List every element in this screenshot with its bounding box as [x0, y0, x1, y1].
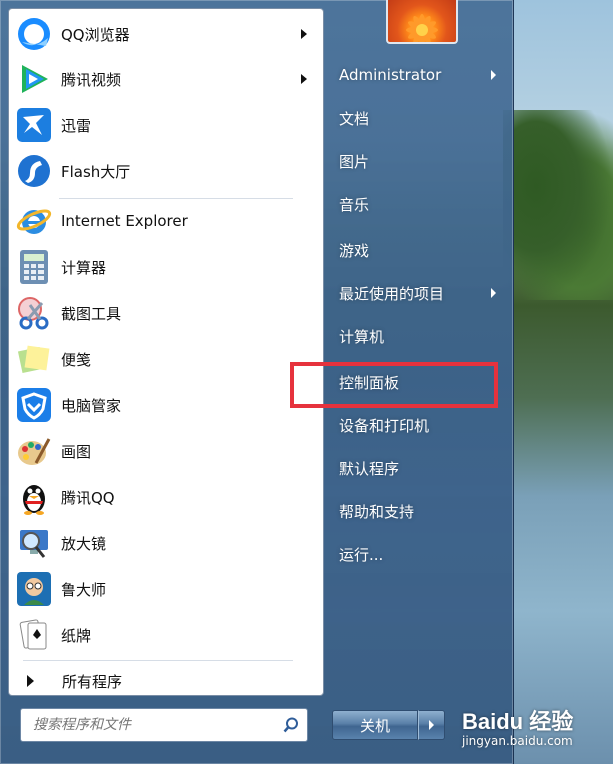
snipping-tool-icon — [15, 294, 53, 332]
menu-item-label: 计算机 — [339, 327, 385, 346]
menu-item-devices-printers[interactable]: 设备和打印机 — [339, 413, 509, 437]
menu-item-label: 默认程序 — [339, 459, 400, 478]
search-input[interactable] — [31, 716, 285, 734]
qq-browser-icon — [15, 15, 53, 53]
app-item-ludashi[interactable]: 鲁大师 — [13, 567, 317, 611]
watermark-site: jingyan.baidu.com — [462, 734, 573, 748]
app-label: 画图 — [61, 442, 92, 461]
menu-item-label: 音乐 — [339, 195, 370, 214]
menu-item-label: Administrator — [339, 66, 442, 84]
app-label: 便笺 — [61, 350, 92, 369]
app-item-magnifier[interactable]: 放大镜 — [13, 521, 317, 565]
app-label: Internet Explorer — [61, 212, 188, 230]
app-label: 迅雷 — [61, 116, 92, 135]
baidu-watermark: Baidu 经验 jingyan.baidu.com — [462, 704, 574, 748]
ie-icon — [15, 202, 53, 240]
submenu-arrow-icon — [491, 70, 496, 80]
app-label: 腾讯QQ — [61, 488, 115, 507]
app-item-qq-browser[interactable]: QQ浏览器 — [13, 12, 317, 56]
menu-item-documents[interactable]: 文档 — [339, 106, 509, 130]
app-item-calculator[interactable]: 计算器 — [13, 245, 317, 289]
wallpaper-trees — [503, 110, 613, 300]
shutdown-label: 关机 — [359, 716, 390, 735]
app-item-sticky-notes[interactable]: 便笺 — [13, 337, 317, 381]
programs-pane: QQ浏览器 腾讯视频 迅雷 Flash大厅 Internet Explorer … — [8, 8, 324, 696]
calculator-icon — [15, 248, 53, 286]
chevron-right-icon — [429, 720, 434, 730]
menu-item-run[interactable]: 运行... — [339, 542, 509, 566]
menu-item-pictures[interactable]: 图片 — [339, 149, 509, 173]
all-programs-separator — [23, 660, 293, 661]
all-programs-button[interactable]: 所有程序 — [13, 667, 313, 695]
menu-item-label: 帮助和支持 — [339, 502, 415, 521]
app-item-pc-manager[interactable]: 电脑管家 — [13, 383, 317, 427]
submenu-arrow-icon[interactable] — [301, 74, 307, 84]
app-label: 计算器 — [61, 258, 107, 277]
app-item-tencent-video[interactable]: 腾讯视频 — [13, 57, 317, 101]
app-item-qq[interactable]: 腾讯QQ — [13, 475, 317, 519]
app-item-thunder[interactable]: 迅雷 — [13, 103, 317, 147]
pc-manager-icon — [15, 386, 53, 424]
menu-item-label: 游戏 — [339, 241, 370, 260]
menu-item-recent-items[interactable]: 最近使用的项目 — [339, 281, 509, 305]
paint-icon — [15, 432, 53, 470]
magnifier-icon — [15, 524, 53, 562]
app-label: 纸牌 — [61, 626, 92, 645]
thunder-icon — [15, 106, 53, 144]
app-item-ie[interactable]: Internet Explorer — [13, 199, 317, 243]
solitaire-icon — [15, 616, 53, 654]
app-item-flash[interactable]: Flash大厅 — [13, 149, 317, 193]
app-label: 鲁大师 — [61, 580, 107, 599]
ludashi-icon — [15, 570, 53, 608]
app-label: 截图工具 — [61, 304, 122, 323]
submenu-arrow-icon[interactable] — [301, 29, 307, 39]
menu-item-label: 文档 — [339, 109, 370, 128]
app-item-solitaire[interactable]: 纸牌 — [13, 613, 317, 657]
app-item-snipping-tool[interactable]: 截图工具 — [13, 291, 317, 335]
app-label: Flash大厅 — [61, 162, 131, 181]
flash-icon — [15, 152, 53, 190]
user-avatar[interactable] — [386, 0, 458, 44]
search-icon[interactable] — [283, 717, 299, 737]
menu-item-music[interactable]: 音乐 — [339, 192, 509, 216]
all-programs-label: 所有程序 — [62, 672, 123, 691]
qq-penguin-icon — [15, 478, 53, 516]
search-box[interactable] — [20, 708, 308, 742]
app-label: 电脑管家 — [61, 396, 122, 415]
watermark-brand: Baidu 经验 — [462, 709, 574, 734]
app-item-paint[interactable]: 画图 — [13, 429, 317, 473]
app-label: 放大镜 — [61, 534, 107, 553]
menu-item-label: 设备和打印机 — [339, 416, 430, 435]
menu-item-administrator[interactable]: Administrator — [339, 63, 509, 87]
shutdown-button[interactable]: 关机 — [332, 710, 418, 740]
menu-item-computer[interactable]: 计算机 — [339, 324, 509, 348]
tencent-video-icon — [15, 60, 53, 98]
menu-item-help-support[interactable]: 帮助和支持 — [339, 499, 509, 523]
expand-arrow-icon — [27, 675, 34, 687]
menu-item-games[interactable]: 游戏 — [339, 238, 509, 262]
app-label: 腾讯视频 — [61, 70, 122, 89]
submenu-arrow-icon — [491, 288, 496, 298]
menu-item-label: 图片 — [339, 152, 370, 171]
menu-item-label: 运行... — [339, 545, 384, 564]
menu-item-label: 最近使用的项目 — [339, 284, 445, 303]
shutdown-options-button[interactable] — [418, 710, 445, 740]
highlight-annotation — [290, 362, 498, 408]
app-label: QQ浏览器 — [61, 25, 130, 44]
sticky-notes-icon — [15, 340, 53, 378]
menu-item-default-programs[interactable]: 默认程序 — [339, 456, 509, 480]
